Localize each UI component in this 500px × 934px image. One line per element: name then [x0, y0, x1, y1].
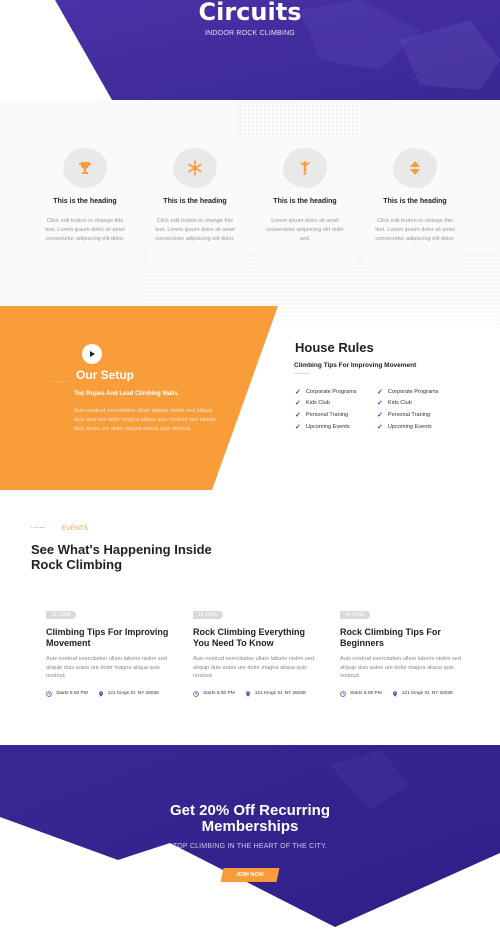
setup-section — [0, 306, 500, 492]
setup-dots: ....... — [52, 377, 70, 384]
setup-subtitle: Top Ropes And Lead Climbing Walls — [74, 391, 178, 397]
location-pin-icon — [98, 690, 103, 697]
event-date-badge: 18 JUNE — [193, 611, 224, 619]
play-video-button[interactable] — [82, 344, 102, 364]
clock-icon — [46, 690, 52, 697]
rule-item: ✓ Corporate Programs — [295, 389, 357, 396]
event-date-badge: 15 JUNE — [46, 611, 77, 619]
events-label-dots: ....... — [31, 524, 47, 530]
feature-card: This is the heading Click edit button to… — [366, 140, 464, 268]
cta-title: Get 20% Off Recurring Memberships — [169, 802, 331, 835]
check-icon: ✓ — [377, 424, 383, 431]
feature-heading: This is the heading — [273, 198, 337, 205]
icon-blob — [393, 148, 437, 188]
event-time: Starts 5.00 PM — [350, 691, 382, 696]
features-section: This is the heading Click edit button to… — [0, 100, 500, 305]
events-label: EVENTS — [62, 525, 89, 532]
feature-body: Click edit button to change this text. L… — [155, 218, 235, 242]
check-icon: ✓ — [295, 424, 301, 431]
event-time: Starts 5.00 PM — [56, 691, 88, 696]
event-description: Auis nostrud exercitation ullam laboris … — [46, 656, 167, 679]
house-rules-subtitle: Climbing Tips For Improving Movement — [294, 362, 417, 369]
clock-icon — [340, 690, 346, 697]
rule-item: ✓ Kids Club — [377, 400, 412, 407]
snowflake-icon — [188, 160, 202, 176]
clock-icon — [193, 690, 199, 697]
icon-blob — [173, 148, 217, 188]
play-icon — [90, 351, 95, 357]
location-pin-icon — [392, 690, 397, 697]
hero-section: Circuits INDOOR ROCK CLIMBING — [0, 0, 500, 100]
event-meta: Starts 5.00 PM 121 Kings St. NY 26038 — [193, 690, 323, 697]
feature-heading: This is the heading — [383, 198, 447, 205]
arrows-updown-icon — [410, 161, 420, 175]
event-description: Auis nostrud exercitation ullam laboris … — [193, 656, 314, 679]
rule-item: ✓ Upcoming Events — [295, 424, 350, 431]
house-rules-dots: ....... — [294, 370, 310, 376]
event-title[interactable]: Rock Climbing Tips For Beginners — [340, 627, 470, 649]
orange-banner — [0, 306, 278, 490]
event-meta: Starts 5.00 PM 121 Kings St. NY 26038 — [46, 690, 176, 697]
events-title: See What's Happening Inside Rock Climbin… — [31, 542, 212, 572]
feature-body: Lorem ipsum dolor sit amet consectetur a… — [265, 218, 345, 242]
hero-title: Circuits — [198, 0, 302, 26]
cta-subtitle: TOP CLIMBING IN THE HEART OF THE CITY. — [172, 843, 328, 850]
feature-heading: This is the heading — [53, 198, 117, 205]
feature-body: Click edit button to change this text. L… — [375, 218, 455, 242]
rule-item: ✓ Personal Traning — [295, 412, 349, 419]
dot-pattern — [235, 100, 365, 140]
event-location: 121 Kings St. NY 26038 — [107, 691, 159, 696]
check-icon: ✓ — [295, 400, 301, 407]
join-now-label: JOIN NOW — [236, 872, 264, 878]
feature-body: Click edit button to change this text. L… — [45, 218, 125, 242]
rule-item: ✓ Personal Traning — [377, 412, 431, 419]
event-title[interactable]: Rock Climbing Everything You Need To Kno… — [193, 627, 323, 649]
dot-pattern — [278, 306, 500, 326]
event-time: Starts 5.00 PM — [203, 691, 235, 696]
trophy-icon — [79, 162, 91, 174]
event-date-badge: 24 JUNE — [340, 611, 371, 619]
setup-title: Our Setup — [76, 368, 135, 382]
hero-subtitle: INDOOR ROCK CLIMBING — [205, 30, 295, 37]
event-location: 121 Kings St. NY 26038 — [254, 691, 306, 696]
join-now-button[interactable]: JOIN NOW — [220, 868, 280, 882]
event-card[interactable]: 15 JUNE Climbing Tips For Improving Move… — [46, 603, 176, 697]
rule-item: ✓ Upcoming Events — [377, 424, 432, 431]
cta-background — [0, 745, 500, 934]
check-icon: ✓ — [377, 389, 383, 396]
event-card[interactable]: 24 JUNE Rock Climbing Tips For Beginners… — [340, 603, 470, 697]
feature-card: This is the heading Lorem ipsum dolor si… — [256, 140, 354, 268]
check-icon: ✓ — [377, 412, 383, 419]
icon-blob — [63, 148, 107, 188]
check-icon: ✓ — [295, 389, 301, 396]
icon-blob — [283, 148, 327, 188]
event-meta: Starts 5.00 PM 121 Kings St. NY 26038 — [340, 690, 470, 697]
event-card[interactable]: 18 JUNE Rock Climbing Everything You Nee… — [193, 603, 323, 697]
climber-icon — [300, 161, 310, 175]
rule-item: ✓ Corporate Programs — [377, 389, 439, 396]
check-icon: ✓ — [377, 400, 383, 407]
rule-item: ✓ Kids Club — [295, 400, 330, 407]
house-rules-title: House Rules — [295, 340, 374, 355]
feature-heading: This is the heading — [163, 198, 227, 205]
feature-card: This is the heading Click edit button to… — [146, 140, 244, 268]
check-icon: ✓ — [295, 412, 301, 419]
event-location: 121 Kings St. NY 26038 — [401, 691, 453, 696]
event-title[interactable]: Climbing Tips For Improving Movement — [46, 627, 176, 649]
feature-card: This is the heading Click edit button to… — [36, 140, 134, 268]
location-pin-icon — [245, 690, 250, 697]
event-description: Auis nostrud exercitation ullam laboris … — [340, 656, 461, 679]
setup-body: Auis nostrud exercitation ullam laboris … — [74, 408, 216, 432]
